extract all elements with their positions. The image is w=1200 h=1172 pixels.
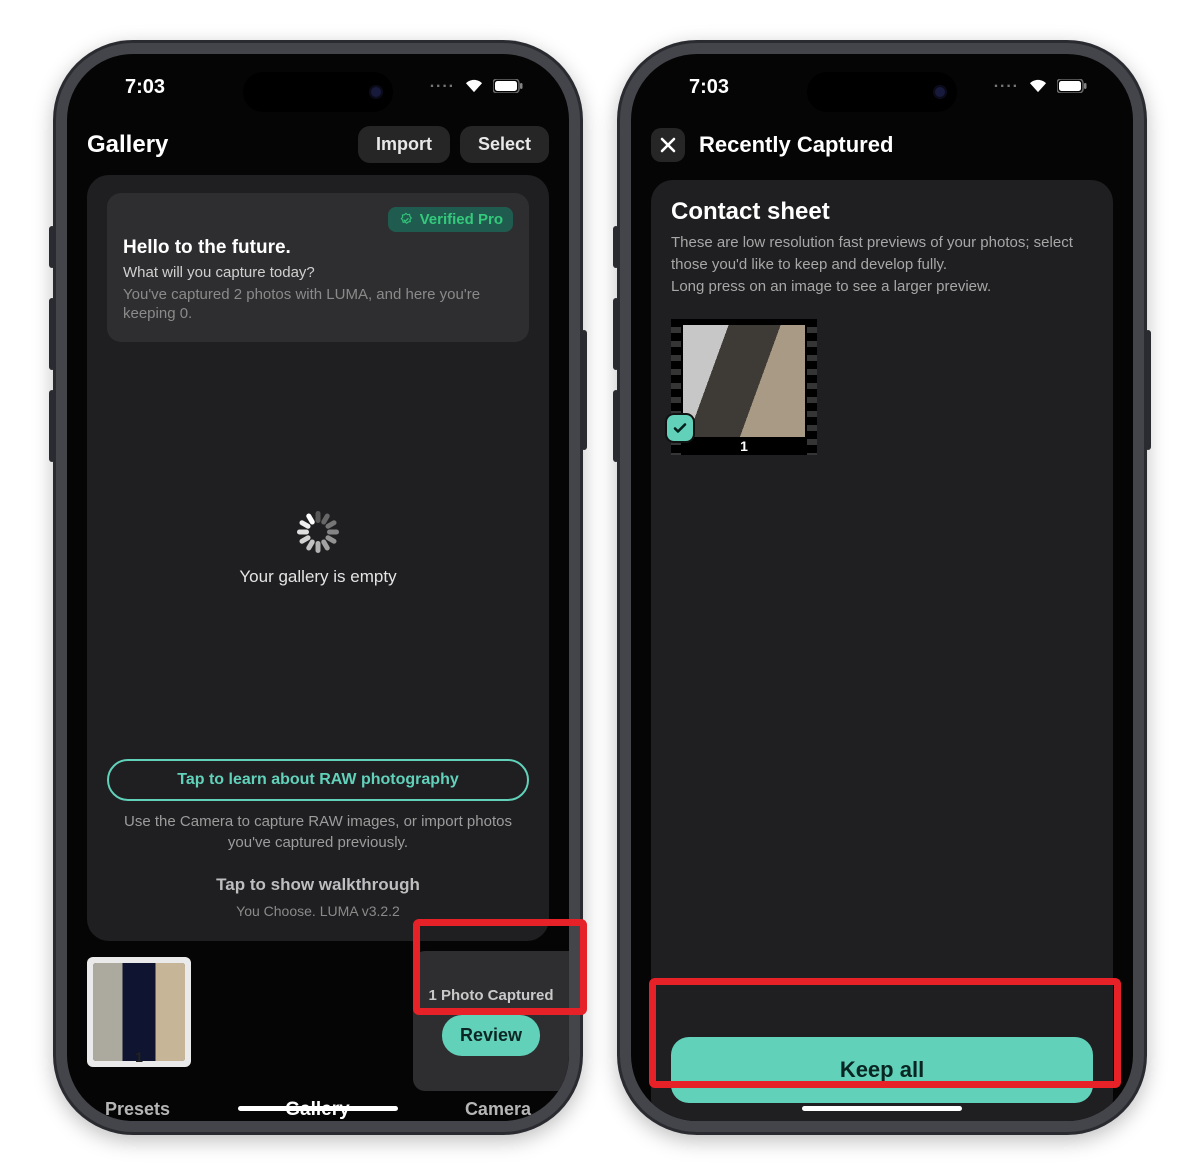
gallery-panel: Verified Pro Hello to the future. What w…	[87, 175, 549, 941]
contact-sheet-panel: Contact sheet These are low resolution f…	[651, 180, 1113, 1121]
dynamic-island	[243, 72, 393, 112]
badge-label: Verified Pro	[420, 211, 503, 228]
home-indicator[interactable]	[802, 1106, 962, 1111]
page-title: Gallery	[87, 131, 168, 159]
cellular-dots-icon: ····	[430, 78, 455, 96]
wifi-icon	[1027, 76, 1049, 99]
phone-left: 7:03 ···· Gallery Import Select	[53, 40, 583, 1135]
selected-check-icon[interactable]	[667, 415, 693, 441]
welcome-heading: Hello to the future.	[123, 237, 513, 259]
contact-sheet-desc: These are low resolution fast previews o…	[671, 232, 1093, 297]
thumbnail-number: 1	[87, 1049, 191, 1065]
wifi-icon	[463, 76, 485, 99]
close-button[interactable]	[651, 128, 685, 162]
learn-raw-button[interactable]: Tap to learn about RAW photography	[107, 759, 529, 801]
keep-all-button[interactable]: Keep all	[671, 1037, 1093, 1103]
dynamic-island	[807, 72, 957, 112]
verified-pro-badge: Verified Pro	[388, 207, 513, 232]
thumbnail-image	[683, 325, 805, 437]
spinner-icon	[297, 511, 339, 553]
version-label: You Choose. LUMA v3.2.2	[107, 903, 529, 919]
capture-pod: 1 Photo Captured Review	[413, 951, 569, 1091]
contact-sheet-heading: Contact sheet	[671, 198, 1093, 226]
sheet-title: Recently Captured	[699, 132, 893, 158]
review-button[interactable]: Review	[442, 1015, 540, 1056]
helper-text: Use the Camera to capture RAW images, or…	[107, 811, 529, 853]
import-button[interactable]: Import	[358, 126, 450, 163]
battery-icon	[1057, 76, 1087, 99]
cellular-dots-icon: ····	[994, 78, 1019, 96]
phone-right: 7:03 ···· Recently Captured	[617, 40, 1147, 1135]
recent-thumbnail[interactable]: 1	[87, 957, 191, 1067]
status-time: 7:03	[107, 76, 165, 99]
battery-icon	[493, 76, 523, 99]
welcome-question: What will you capture today?	[123, 263, 513, 283]
status-time: 7:03	[671, 76, 729, 99]
home-indicator[interactable]	[238, 1106, 398, 1111]
thumbnail-image	[93, 963, 185, 1061]
empty-label: Your gallery is empty	[239, 567, 396, 587]
welcome-card: Verified Pro Hello to the future. What w…	[107, 193, 529, 342]
capture-count-label: 1 Photo Captured	[428, 987, 553, 1005]
contact-thumbnail[interactable]: 1	[671, 319, 817, 455]
tab-camera[interactable]: Camera	[465, 1099, 531, 1121]
welcome-stats: You've captured 2 photos with LUMA, and …	[123, 285, 513, 324]
select-button[interactable]: Select	[460, 126, 549, 163]
close-icon	[660, 137, 676, 153]
walkthrough-button[interactable]: Tap to show walkthrough	[107, 875, 529, 895]
thumbnail-number: 1	[671, 438, 817, 454]
tab-presets[interactable]: Presets	[105, 1099, 170, 1121]
